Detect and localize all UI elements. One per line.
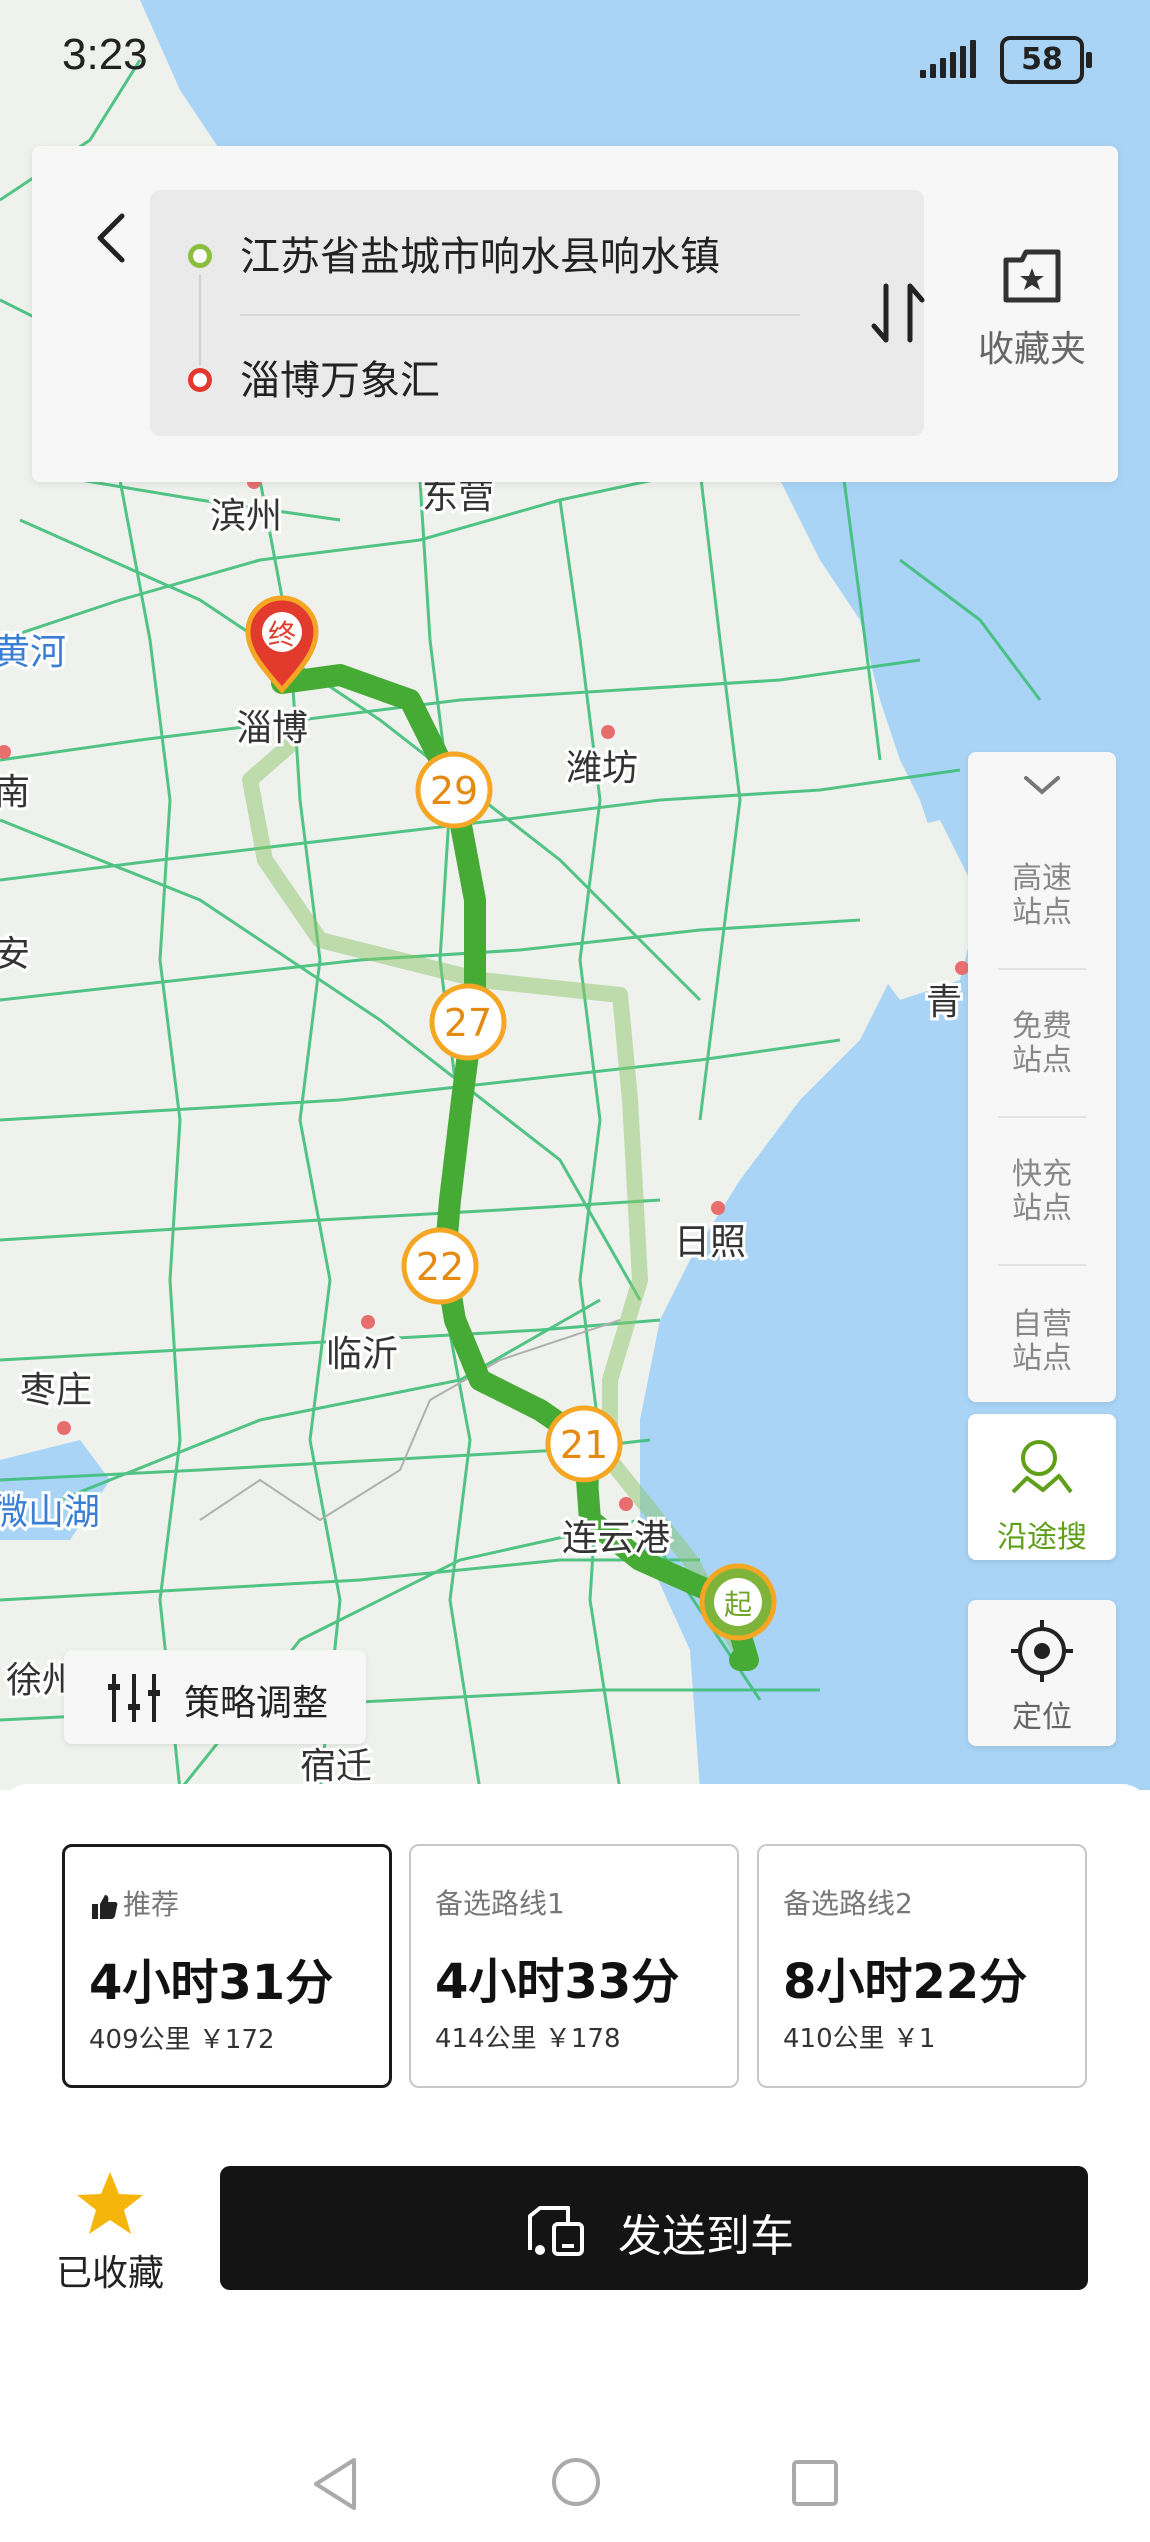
start-location-field[interactable]: 江苏省盐城市响水县响水镇: [240, 224, 740, 282]
along-route-search-button[interactable]: 沿途搜: [968, 1414, 1116, 1560]
back-button[interactable]: [82, 208, 142, 268]
city-label: 宿迁: [300, 1746, 372, 1787]
route-badge: 29: [415, 751, 493, 829]
city-label: 连云港: [562, 1518, 670, 1559]
person-search-icon: [1011, 1440, 1073, 1494]
route-duration: 8小时22分: [783, 1954, 1028, 2010]
favorites-folder-label: 收藏夹: [977, 329, 1086, 370]
city-label: 枣庄: [20, 1370, 92, 1411]
send-to-car-label: 发送到车: [618, 2211, 794, 2262]
city-label: 临沂: [326, 1334, 398, 1375]
locate-label: 定位: [1012, 1700, 1072, 1735]
filter-fastcharge-stations[interactable]: 快充站点: [968, 1158, 1116, 1226]
signal-icon: [920, 38, 976, 78]
route-inputs: 江苏省盐城市响水县响水镇 淄博万象汇: [150, 190, 925, 436]
filter-label: 高速站点: [1012, 861, 1072, 930]
route-meta: 409公里 ￥172: [89, 2025, 275, 2055]
route-badge-label: 29: [430, 769, 478, 813]
route-badge: 22: [401, 1227, 479, 1305]
city-label: 微山湖: [0, 1492, 100, 1533]
route-card-alt1[interactable]: 备选路线1 4小时33分 414公里 ￥178: [409, 1844, 739, 2088]
send-to-car-button[interactable]: 发送到车: [220, 2166, 1088, 2290]
divider: [998, 1264, 1086, 1266]
divider: [240, 314, 800, 316]
city-label: 黄河: [0, 632, 66, 673]
recents-square-icon[interactable]: [790, 2458, 840, 2508]
back-triangle-icon[interactable]: [310, 2456, 360, 2512]
station-filter-panel: 高速站点 免费站点 快充站点 自营站点: [968, 752, 1116, 1402]
chevron-down-icon[interactable]: [1022, 772, 1062, 800]
thumbs-up-icon: [92, 1895, 118, 1919]
filter-label: 自营站点: [1012, 1307, 1072, 1376]
start-marker-label: 起: [724, 1588, 752, 1621]
route-tag-label: 备选路线2: [783, 1887, 913, 1920]
divider: [998, 1116, 1086, 1118]
start-marker-icon[interactable]: 起: [699, 1563, 777, 1641]
route-badges: 29 27 22 21: [401, 751, 623, 1483]
route-badge: 21: [545, 1405, 623, 1483]
battery-icon: 58: [1000, 36, 1092, 84]
status-time: 3:23: [62, 30, 148, 79]
city-label: 日照: [674, 1222, 746, 1263]
favorites-folder-button[interactable]: 收藏夹: [962, 246, 1102, 372]
route-duration: 4小时31分: [89, 1955, 334, 2011]
route-search-card: 江苏省盐城市响水县响水镇 淄博万象汇 收藏夹: [32, 146, 1118, 482]
filter-label: 免费站点: [1012, 1009, 1072, 1078]
filter-free-stations[interactable]: 免费站点: [968, 1010, 1116, 1078]
route-badge: 27: [429, 983, 507, 1061]
end-marker-label: 终: [268, 618, 296, 651]
route-card-alt2[interactable]: 备选路线2 8小时22分 410公里 ￥1: [757, 1844, 1087, 2088]
route-tag: 推荐: [89, 1883, 179, 1923]
route-tag-label: 备选路线1: [435, 1887, 565, 1920]
system-nav-bar: [0, 2440, 1150, 2542]
filter-owned-stations[interactable]: 自营站点: [968, 1308, 1116, 1376]
strategy-adjust-button[interactable]: 策略调整: [64, 1650, 366, 1744]
start-dot-icon: [188, 244, 212, 268]
star-icon: [77, 2172, 143, 2234]
city-label: 东营: [422, 476, 494, 517]
filter-highway-stations[interactable]: 高速站点: [968, 862, 1116, 930]
city-label: 南: [0, 772, 30, 813]
strategy-adjust-label: 策略调整: [184, 1683, 329, 1724]
city-label: 淄博: [236, 708, 308, 749]
route-meta: 414公里 ￥178: [435, 2024, 621, 2054]
favorite-label: 已收藏: [55, 2253, 164, 2294]
city-label: 青: [926, 982, 962, 1023]
divider: [998, 968, 1086, 970]
city-label: 滨州: [210, 496, 282, 537]
end-dot-icon: [188, 368, 212, 392]
city-label: 潍坊: [566, 748, 638, 789]
route-meta: 410公里 ￥1: [783, 2024, 936, 2054]
route-badge-label: 21: [560, 1423, 608, 1467]
route-duration: 4小时33分: [435, 1954, 680, 2010]
end-location-field[interactable]: 淄博万象汇: [240, 348, 740, 406]
route-badge-label: 22: [416, 1245, 464, 1289]
locate-button[interactable]: 定位: [968, 1600, 1116, 1746]
city-label: 安: [0, 934, 30, 975]
home-circle-icon[interactable]: [550, 2456, 602, 2508]
connector-line: [199, 275, 201, 365]
filter-label: 快充站点: [1012, 1157, 1072, 1226]
swap-icon: [871, 283, 925, 343]
route-card-recommended[interactable]: 推荐 4小时31分 409公里 ￥172: [62, 1844, 392, 2088]
back-icon: [97, 213, 125, 263]
send-to-car-icon: [528, 2206, 584, 2256]
route-badge-label: 27: [444, 1001, 492, 1045]
swap-button[interactable]: [868, 278, 928, 348]
crosshair-icon: [1011, 1620, 1073, 1682]
sliders-icon: [108, 1674, 160, 1722]
route-tag-label: 推荐: [123, 1888, 180, 1921]
favorite-button[interactable]: 已收藏: [40, 2170, 180, 2296]
folder-star-icon: [1003, 249, 1061, 303]
status-bar: 3:23 58: [0, 0, 1150, 120]
along-route-search-label: 沿途搜: [997, 1520, 1087, 1555]
